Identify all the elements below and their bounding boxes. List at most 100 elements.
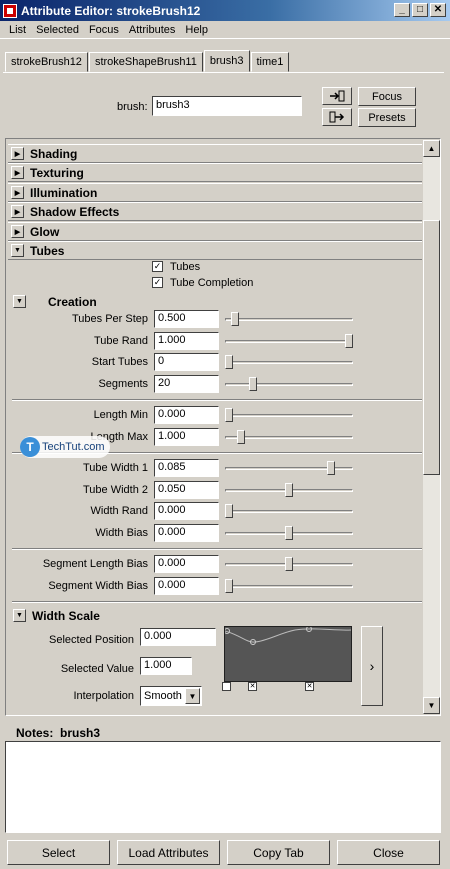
start-tubes-field[interactable]: 0 bbox=[154, 353, 219, 371]
segments-field[interactable]: 20 bbox=[154, 375, 219, 393]
tube-width-2-slider[interactable] bbox=[225, 483, 353, 497]
slider-track[interactable] bbox=[225, 510, 353, 513]
interpolation-dropdown[interactable]: Smooth ▼ bbox=[140, 686, 202, 706]
expand-arrow-icon[interactable]: ▶ bbox=[11, 166, 24, 179]
minimize-button[interactable]: _ bbox=[394, 3, 410, 17]
load-attributes-button[interactable]: Load Attributes bbox=[117, 840, 220, 865]
maximize-button[interactable]: □ bbox=[412, 3, 428, 17]
length-min-slider[interactable] bbox=[225, 408, 353, 422]
expand-ramp-button[interactable]: › bbox=[361, 626, 383, 706]
menu-selected[interactable]: Selected bbox=[31, 24, 84, 36]
expand-arrow-icon[interactable]: ▶ bbox=[11, 205, 24, 218]
slider-knob[interactable] bbox=[225, 579, 233, 593]
tube-width-2-field[interactable]: 0.050 bbox=[154, 481, 219, 499]
segment-width-bias-slider[interactable] bbox=[225, 579, 353, 593]
section-texturing[interactable]: ▶ Texturing bbox=[8, 163, 422, 182]
copy-tab-button[interactable]: Copy Tab bbox=[227, 840, 330, 865]
segment-length-bias-field[interactable]: 0.000 bbox=[154, 555, 219, 573]
slider-track[interactable] bbox=[225, 340, 353, 343]
tubes-per-step-slider[interactable] bbox=[225, 312, 353, 326]
slider-knob[interactable] bbox=[225, 504, 233, 518]
selected-value-field[interactable]: 1.000 bbox=[140, 657, 192, 675]
selected-value-label: Selected Value bbox=[60, 663, 134, 675]
menu-list[interactable]: List bbox=[4, 24, 31, 36]
slider-knob[interactable] bbox=[327, 461, 335, 475]
slider-knob[interactable] bbox=[249, 377, 257, 391]
slider-knob[interactable] bbox=[285, 483, 293, 497]
length-max-slider[interactable] bbox=[225, 430, 353, 444]
select-button[interactable]: Select bbox=[7, 840, 110, 865]
slider-knob[interactable] bbox=[231, 312, 239, 326]
ramp-key-delete-icon[interactable]: ✕ bbox=[305, 682, 314, 691]
ramp-start-handle[interactable] bbox=[222, 682, 231, 691]
tubes-checkbox[interactable]: ✓ bbox=[152, 261, 163, 272]
tab-brush3[interactable]: brush3 bbox=[203, 50, 250, 72]
width-scale-ramp-graph[interactable] bbox=[224, 626, 352, 682]
width-bias-field[interactable]: 0.000 bbox=[154, 524, 219, 542]
section-shading[interactable]: ▶ Shading bbox=[8, 144, 422, 163]
notes-textarea[interactable] bbox=[5, 741, 441, 833]
width-bias-slider[interactable] bbox=[225, 526, 353, 540]
brush-name-field[interactable]: brush3 bbox=[152, 96, 302, 116]
close-button[interactable]: Close bbox=[337, 840, 440, 865]
input-connection-button[interactable] bbox=[322, 87, 352, 105]
width-rand-slider[interactable] bbox=[225, 504, 353, 518]
ramp-key-delete-icon[interactable]: ✕ bbox=[248, 682, 257, 691]
slider-knob[interactable] bbox=[225, 355, 233, 369]
section-creation[interactable]: ▼ Creation bbox=[10, 292, 422, 311]
tab-strokeshapebrush11[interactable]: strokeShapeBrush11 bbox=[88, 52, 203, 72]
tube-completion-checkbox[interactable]: ✓ bbox=[152, 277, 163, 288]
notes-header: Notes: brush3 bbox=[16, 726, 101, 740]
divider bbox=[12, 548, 422, 550]
start-tubes-slider[interactable] bbox=[225, 355, 353, 369]
scroll-thumb[interactable] bbox=[423, 220, 440, 475]
scroll-up-icon[interactable]: ▲ bbox=[423, 140, 440, 157]
tab-time1[interactable]: time1 bbox=[250, 52, 290, 72]
slider-knob[interactable] bbox=[237, 430, 245, 444]
expand-arrow-icon[interactable]: ▶ bbox=[11, 225, 24, 238]
tube-completion-label: Tube Completion bbox=[170, 277, 254, 289]
slider-track[interactable] bbox=[225, 318, 353, 321]
slider-track[interactable] bbox=[225, 383, 353, 386]
scroll-down-icon[interactable]: ▼ bbox=[423, 697, 440, 714]
width-rand-field[interactable]: 0.000 bbox=[154, 502, 219, 520]
collapse-arrow-icon[interactable]: ▼ bbox=[11, 244, 24, 257]
menu-attributes[interactable]: Attributes bbox=[124, 24, 180, 36]
vertical-scrollbar[interactable]: ▲ ▼ bbox=[423, 140, 440, 714]
tube-rand-slider[interactable] bbox=[225, 334, 353, 348]
slider-track[interactable] bbox=[225, 414, 353, 417]
tube-width-1-field[interactable]: 0.085 bbox=[154, 459, 219, 477]
segments-slider[interactable] bbox=[225, 377, 353, 391]
expand-arrow-icon[interactable]: ▶ bbox=[11, 147, 24, 160]
tube-rand-field[interactable]: 1.000 bbox=[154, 332, 219, 350]
segment-length-bias-slider[interactable] bbox=[225, 557, 353, 571]
menu-help[interactable]: Help bbox=[180, 24, 213, 36]
slider-track[interactable] bbox=[225, 585, 353, 588]
start-tubes-label: Start Tubes bbox=[91, 356, 148, 368]
output-connection-button[interactable] bbox=[322, 108, 352, 126]
slider-knob[interactable] bbox=[225, 408, 233, 422]
tubes-per-step-field[interactable]: 0.500 bbox=[154, 310, 219, 328]
tab-strokebrush12[interactable]: strokeBrush12 bbox=[5, 52, 88, 72]
slider-knob[interactable] bbox=[285, 557, 293, 571]
expand-arrow-icon[interactable]: ▶ bbox=[11, 186, 24, 199]
focus-button[interactable]: Focus bbox=[358, 87, 416, 106]
menu-focus[interactable]: Focus bbox=[84, 24, 124, 36]
selected-position-field[interactable]: 0.000 bbox=[140, 628, 216, 646]
section-glow[interactable]: ▶ Glow bbox=[8, 222, 422, 241]
slider-knob[interactable] bbox=[345, 334, 353, 348]
slider-track[interactable] bbox=[225, 361, 353, 364]
section-shadow-effects[interactable]: ▶ Shadow Effects bbox=[8, 202, 422, 221]
segment-width-bias-field[interactable]: 0.000 bbox=[154, 577, 219, 595]
presets-button[interactable]: Presets bbox=[358, 108, 416, 127]
section-illumination[interactable]: ▶ Illumination bbox=[8, 183, 422, 202]
close-window-button[interactable]: ✕ bbox=[430, 3, 446, 17]
length-min-field[interactable]: 0.000 bbox=[154, 406, 219, 424]
length-max-field[interactable]: 1.000 bbox=[154, 428, 219, 446]
tube-width-1-slider[interactable] bbox=[225, 461, 353, 475]
collapse-arrow-icon[interactable]: ▼ bbox=[13, 295, 26, 308]
section-tubes[interactable]: ▼ Tubes bbox=[8, 241, 422, 260]
section-width-scale[interactable]: ▼ Width Scale bbox=[10, 606, 422, 625]
collapse-arrow-icon[interactable]: ▼ bbox=[13, 609, 26, 622]
slider-knob[interactable] bbox=[285, 526, 293, 540]
